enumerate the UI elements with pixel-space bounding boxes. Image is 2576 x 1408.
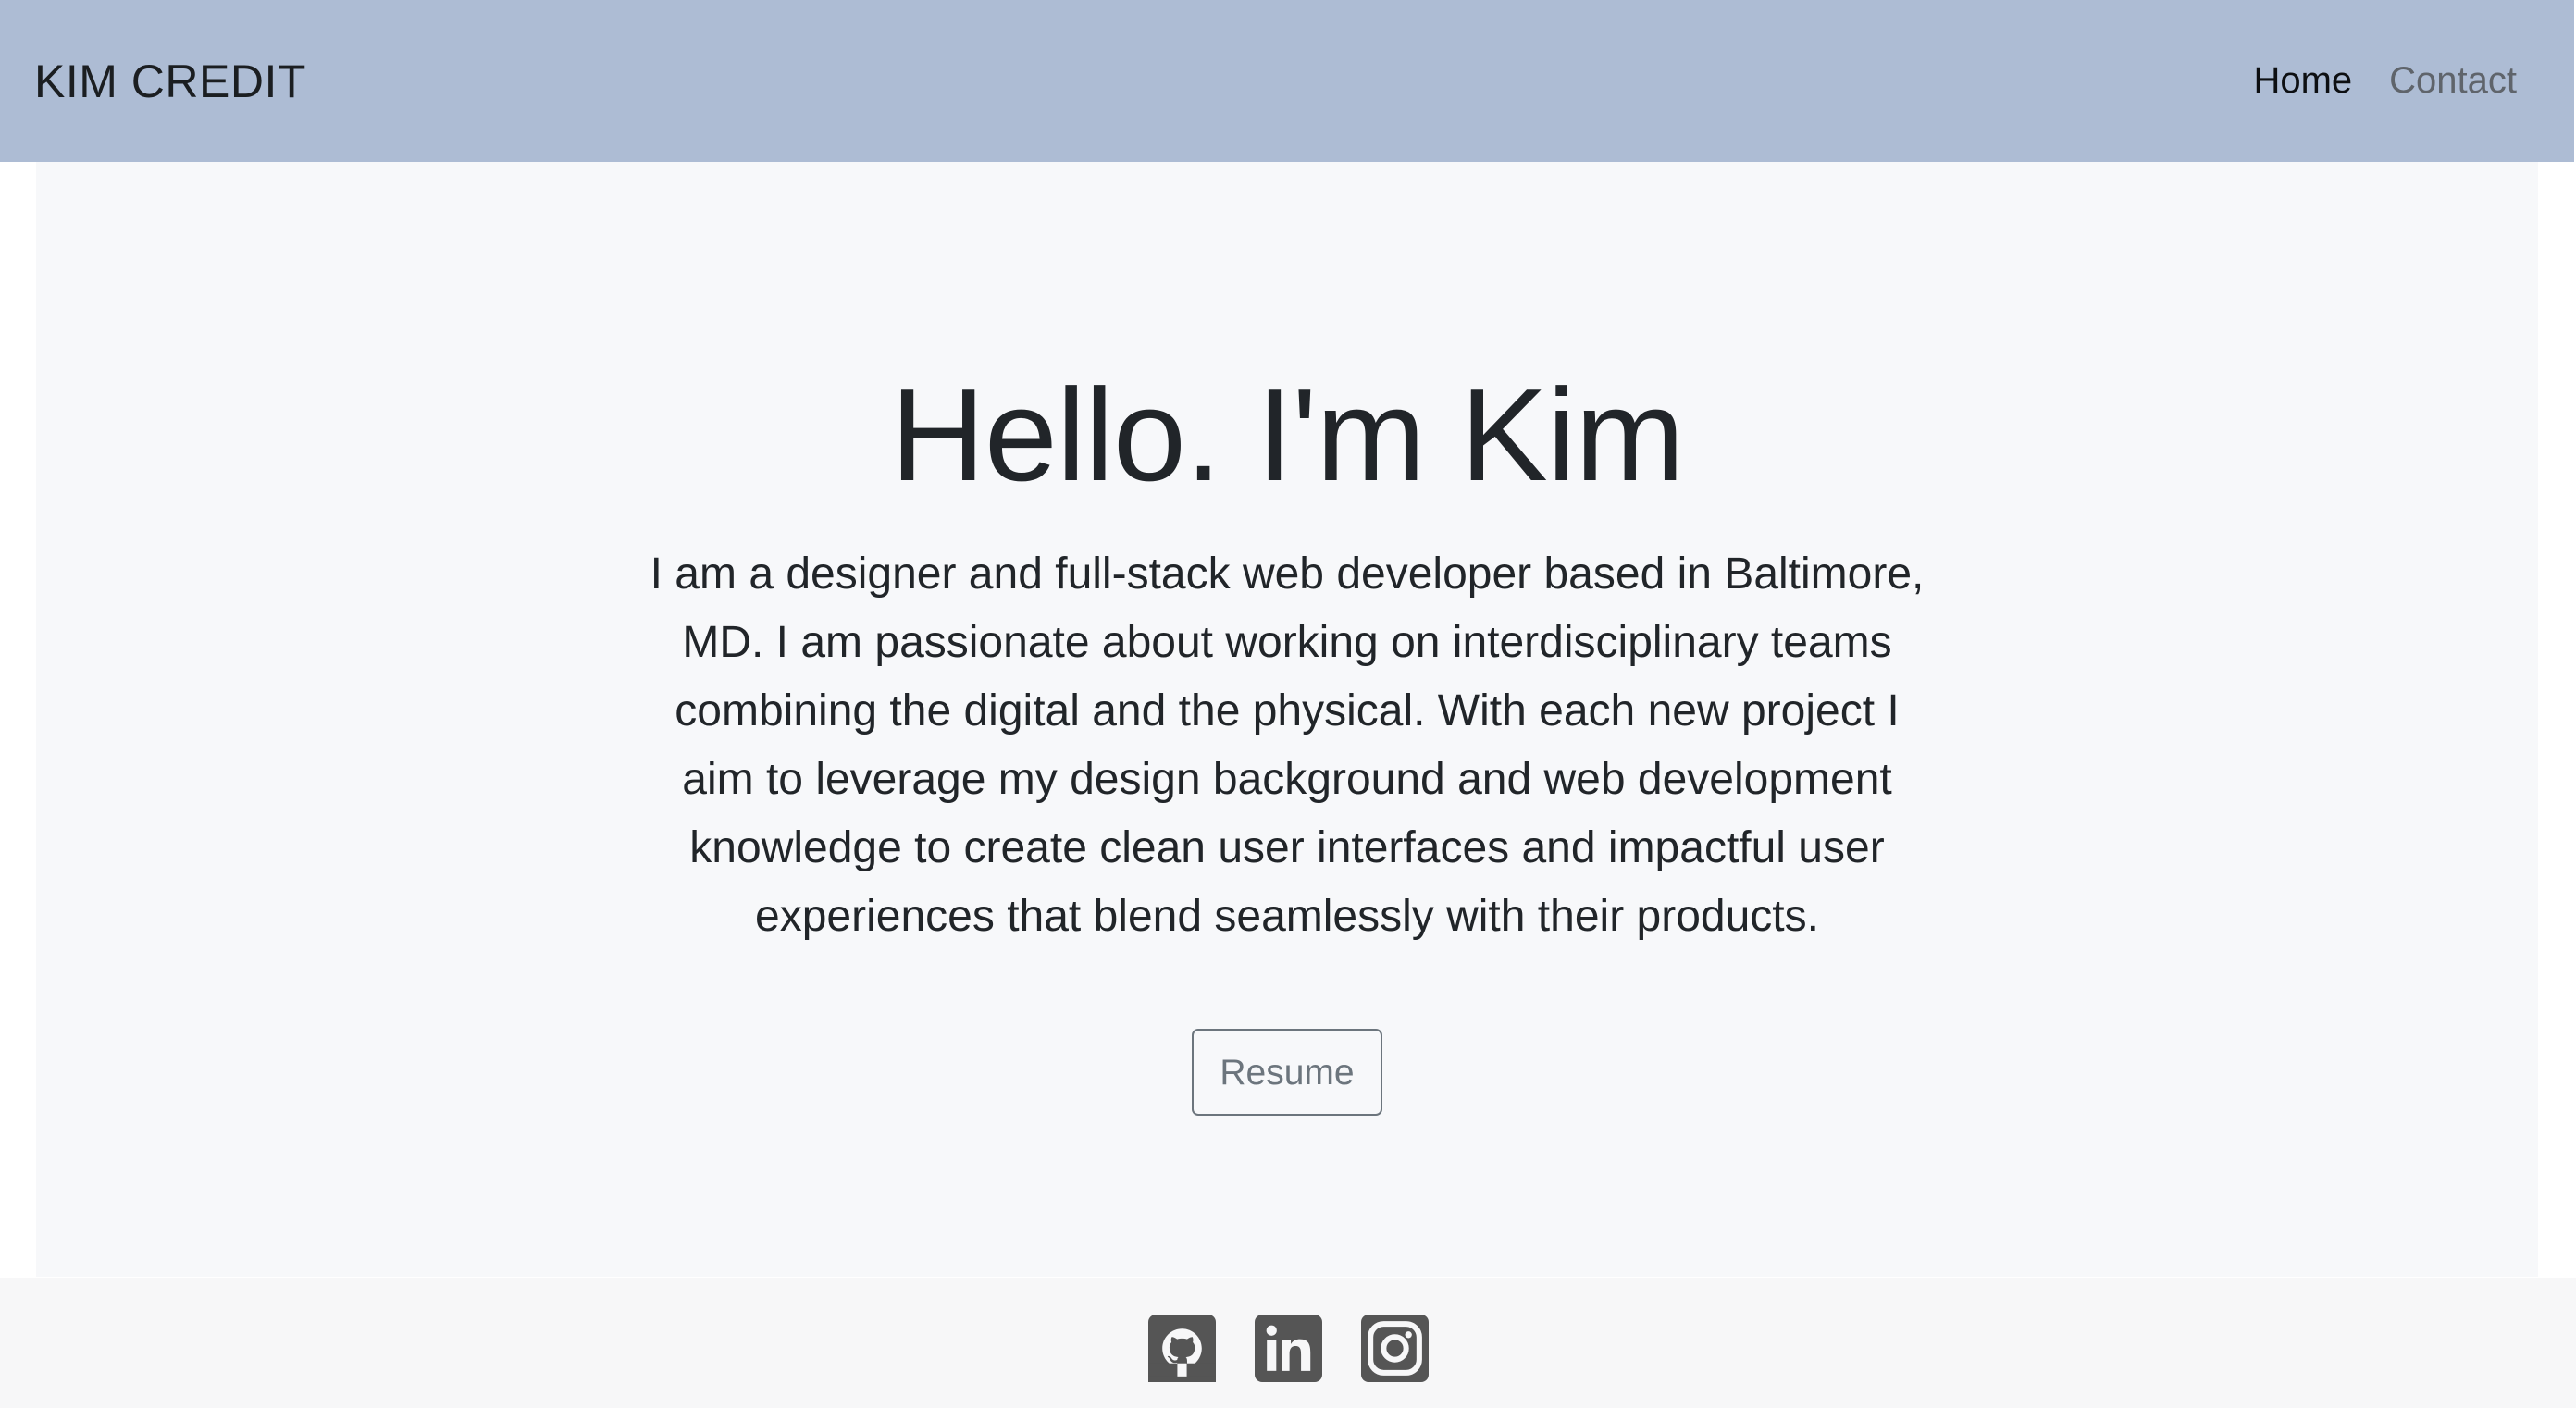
resume-button[interactable]: Resume — [1192, 1029, 1382, 1116]
hero-heading: Hello. I'm Kim — [890, 362, 1684, 509]
footer — [0, 1278, 2576, 1408]
nav-links: Home Contact — [2253, 60, 2517, 102]
nav-home-link[interactable]: Home — [2253, 60, 2352, 102]
github-icon[interactable] — [1147, 1315, 1216, 1382]
hero-bio: I am a designer and full-stack web devel… — [650, 550, 1925, 941]
instagram-icon[interactable] — [1360, 1315, 1429, 1382]
brand-link[interactable]: KIM CREDIT — [34, 55, 306, 108]
navbar: KIM CREDIT Home Contact — [0, 0, 2574, 162]
linkedin-icon[interactable] — [1254, 1315, 1322, 1382]
nav-contact-link[interactable]: Contact — [2389, 60, 2517, 102]
hero-content: Hello. I'm Kim I am a designer and full-… — [36, 370, 2538, 1116]
hero-section: Hello. I'm Kim I am a designer and full-… — [36, 162, 2538, 1277]
